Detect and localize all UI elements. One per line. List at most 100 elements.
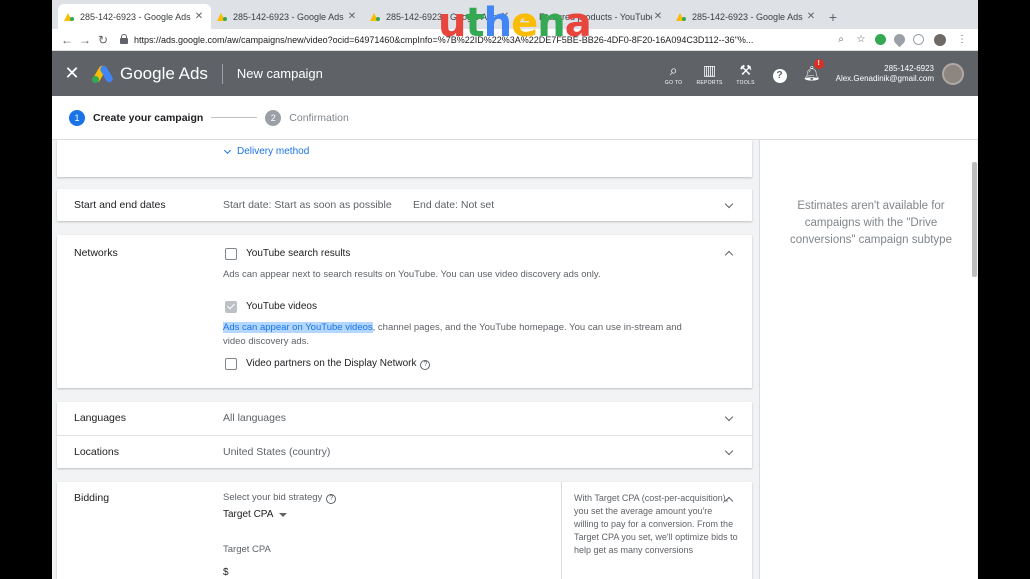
reports-button[interactable]: ▥ REPORTS <box>692 62 728 86</box>
star-icon[interactable]: ☆ <box>851 34 871 45</box>
step-2-label: Confirmation <box>289 111 349 124</box>
dropdown-arrow-icon <box>279 512 288 517</box>
bid-strategy-dropdown[interactable]: Target CPA <box>223 509 288 520</box>
brand-name: Google Ads <box>120 63 208 83</box>
watermark-letter: u <box>438 0 467 46</box>
scrollbar[interactable] <box>972 162 977 277</box>
google-ads-favicon-icon <box>217 12 227 22</box>
youtube-search-checkbox[interactable] <box>225 248 237 260</box>
step-1-label[interactable]: Create your campaign <box>93 112 203 124</box>
desc-rest: , channel pages, and the YouTube homepag… <box>372 322 682 333</box>
page-title: New campaign <box>236 66 323 81</box>
reports-icon: ▥ <box>702 61 717 78</box>
notifications-button[interactable]: 🔔︎ ! <box>796 59 828 82</box>
bid-strategy-prompt: Select your bid strategy? <box>223 492 337 504</box>
delivery-method-panel: Delivery method <box>57 140 752 177</box>
tab-title: 285-142-6923 - Google Ads <box>80 11 191 22</box>
start-date-value: Start date: Start as soon as possible <box>223 199 392 211</box>
goto-label: GO TO <box>664 79 683 86</box>
dates-panel[interactable]: Start and end dates Start date: Start as… <box>57 189 752 221</box>
chevron-up-icon[interactable] <box>724 248 734 258</box>
help-button[interactable]: ? <box>764 65 796 83</box>
dates-label: Start and end dates <box>74 199 166 211</box>
targeting-panel: Languages All languages Locations United… <box>57 402 752 468</box>
target-cpa-label: Target CPA <box>223 544 271 555</box>
browser-tab-1[interactable]: 285-142-6923 - Google Ads ✕ <box>58 4 211 29</box>
close-tab-icon[interactable]: ✕ <box>346 11 358 22</box>
youtube-search-desc: Ads can appear next to search results on… <box>223 269 601 280</box>
youtube-videos-desc: Ads can appear on YouTube videos, channe… <box>223 321 723 349</box>
youtube-videos-checkbox[interactable] <box>225 301 237 313</box>
browser-menu-icon[interactable]: ⋮ <box>952 34 972 45</box>
drop-extension-icon[interactable] <box>891 31 908 48</box>
help-icon[interactable]: ? <box>420 360 431 370</box>
chevron-up-icon[interactable] <box>724 494 734 504</box>
video-partners-checkbox[interactable] <box>225 358 237 370</box>
account-avatar[interactable] <box>942 62 964 85</box>
goto-button[interactable]: ⌕ GO TO <box>656 62 692 86</box>
step-2-number: 2 <box>265 109 282 126</box>
currency-symbol: $ <box>223 567 229 578</box>
youtube-videos-label: YouTube videos <box>246 301 317 312</box>
bidding-label: Bidding <box>74 492 110 504</box>
browser-tab-2[interactable]: 285-142-6923 - Google Ads ✕ <box>211 4 364 29</box>
profile-avatar[interactable] <box>934 33 946 46</box>
uthena-watermark: uthena <box>438 0 592 46</box>
languages-value: All languages <box>223 412 287 424</box>
bid-info-text: With Target CPA (cost-per-acquisition), … <box>561 482 751 579</box>
ads-header: ✕ Google Ads New campaign ⌕ GO TO ▥ REPO… <box>52 51 978 96</box>
forward-icon[interactable]: → <box>76 33 94 47</box>
close-tab-icon[interactable]: ✕ <box>193 11 205 22</box>
search-icon: ⌕ <box>669 61 678 78</box>
estimates-message: Estimates aren't available for campaigns… <box>790 200 952 246</box>
wrench-icon: ⚒ <box>739 61 752 78</box>
tools-button[interactable]: ⚒ TOOLS <box>728 62 764 86</box>
close-icon[interactable]: ✕ <box>52 63 92 84</box>
browser-tab-5[interactable]: 285-142-6923 - Google Ads ✕ <box>670 4 823 29</box>
help-icon[interactable]: ? <box>326 494 337 504</box>
tab-title: 285-142-6923 - Google Ads <box>233 11 344 22</box>
locations-row[interactable]: Locations United States (country) <box>57 436 752 468</box>
watermark-letter: n <box>537 0 566 46</box>
watermark-letter: e <box>511 0 538 46</box>
lock-icon <box>120 34 128 44</box>
chevron-down-icon[interactable] <box>724 413 734 423</box>
account-id: 285-142-6923 <box>884 63 934 73</box>
reports-label: REPORTS <box>696 79 723 86</box>
watermark-letter: a <box>564 0 592 46</box>
account-info[interactable]: 285-142-6923 Alex.Genadinik@gmail.com <box>836 64 934 84</box>
power-extension-icon[interactable] <box>913 34 924 45</box>
close-tab-icon[interactable]: ✕ <box>805 11 817 22</box>
grammarly-extension-icon[interactable] <box>875 34 886 45</box>
bid-strategy-value: Target CPA <box>223 509 274 520</box>
tools-label: TOOLS <box>736 79 755 86</box>
main-content: Delivery method Start and end dates Star… <box>52 140 978 579</box>
notification-badge: ! <box>813 59 824 69</box>
google-ads-logo-icon <box>91 63 115 84</box>
close-tab-icon[interactable]: ✕ <box>652 11 664 22</box>
account-email: Alex.Genadinik@gmail.com <box>835 73 934 83</box>
reload-icon[interactable]: ↻ <box>94 33 112 47</box>
chevron-down-icon <box>223 146 232 154</box>
tab-title: 285-142-6923 - Google Ads <box>692 11 803 22</box>
chevron-down-icon[interactable] <box>724 200 734 210</box>
back-icon[interactable]: ← <box>58 33 76 47</box>
zoom-icon[interactable]: ⌕ <box>831 34 851 45</box>
languages-row[interactable]: Languages All languages <box>57 402 752 435</box>
bidding-panel: Bidding Select your bid strategy? Target… <box>57 482 752 579</box>
step-1-number: 1 <box>69 109 85 126</box>
chevron-down-icon[interactable] <box>724 447 734 457</box>
networks-label: Networks <box>74 247 118 259</box>
browser-window: 285-142-6923 - Google Ads ✕ 285-142-6923… <box>52 0 978 579</box>
delivery-method-label: Delivery method <box>237 146 310 157</box>
locations-label: Locations <box>74 446 119 458</box>
selected-text: Ads can appear on YouTube videos <box>223 322 373 333</box>
youtube-search-label: YouTube search results <box>246 248 351 259</box>
desc-line2: video discovery ads. <box>223 336 310 347</box>
networks-panel: Networks YouTube search results Ads can … <box>57 235 752 388</box>
new-tab-icon[interactable]: + <box>823 4 843 29</box>
delivery-method-link[interactable]: Delivery method <box>223 146 310 157</box>
help-icon: ? <box>772 68 787 83</box>
step-connector <box>211 117 258 118</box>
watermark-letter: h <box>483 0 513 46</box>
